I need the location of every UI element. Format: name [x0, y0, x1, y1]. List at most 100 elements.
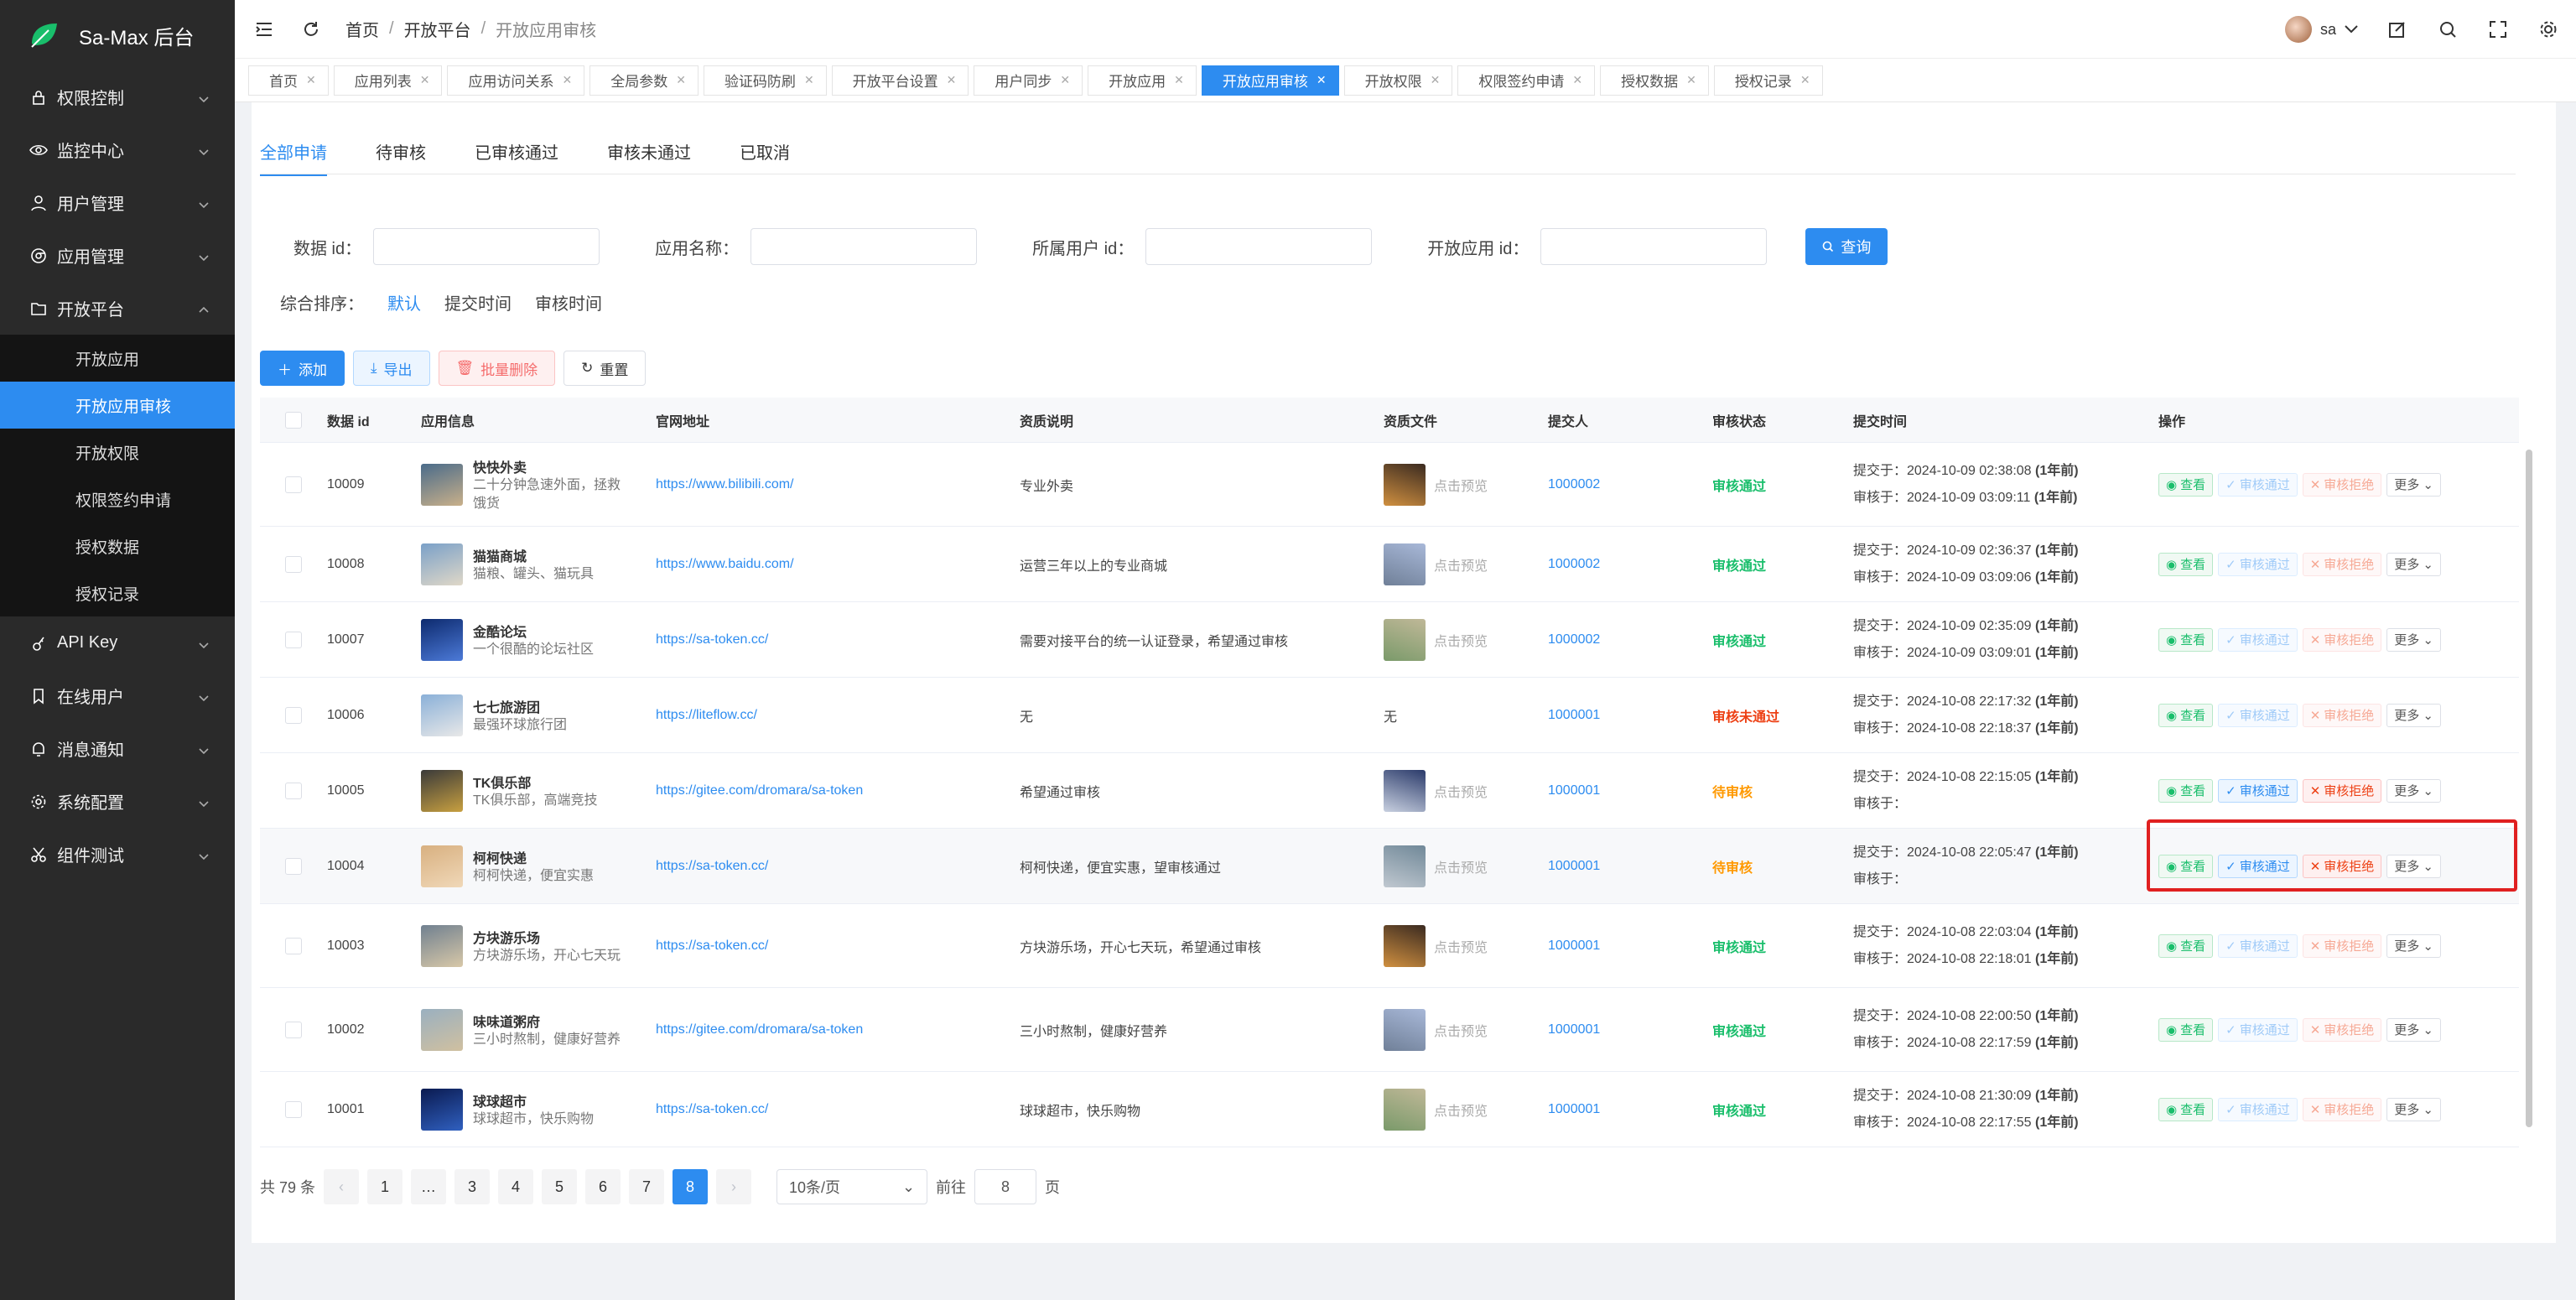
approve-button[interactable]: ✓ 审核通过	[2218, 627, 2298, 652]
page-tab[interactable]: 开放应用 ✕	[1088, 65, 1197, 96]
website-link[interactable]: https://sa-token.cc/	[656, 1102, 768, 1116]
reject-button[interactable]: ✕ 审核拒绝	[2302, 1097, 2382, 1121]
website-link[interactable]: https://sa-token.cc/	[656, 939, 768, 953]
checkbox[interactable]	[285, 937, 302, 954]
filter-app-input[interactable]	[1540, 228, 1768, 265]
website-link[interactable]: https://www.bilibili.com/	[656, 477, 794, 491]
more-button[interactable]: 更多 ⌄	[2386, 472, 2441, 497]
close-icon[interactable]: ✕	[804, 73, 814, 87]
submitter-link[interactable]: 1000002	[1548, 477, 1600, 491]
filter-id-input[interactable]	[373, 228, 600, 265]
file-preview[interactable]: 点击预览	[1384, 769, 1548, 812]
file-preview[interactable]: 点击预览	[1384, 1008, 1548, 1051]
website-link[interactable]: https://sa-token.cc/	[656, 859, 768, 873]
view-button[interactable]: ◉ 查看	[2158, 472, 2214, 497]
submitter-link[interactable]: 1000001	[1548, 708, 1600, 722]
preview-link[interactable]: 点击预览	[1434, 1020, 1488, 1040]
checkbox[interactable]	[285, 555, 302, 573]
page-tab[interactable]: 开放权限 ✕	[1343, 65, 1453, 96]
page-number[interactable]: 6	[585, 1169, 621, 1204]
reject-button[interactable]: ✕ 审核拒绝	[2302, 933, 2382, 958]
file-preview[interactable]: 点击预览	[1384, 924, 1548, 967]
page-tab[interactable]: 应用列表 ✕	[333, 65, 443, 96]
table-scrollbar[interactable]	[2526, 450, 2532, 1127]
page-number[interactable]: 3	[454, 1169, 491, 1204]
page-tab[interactable]: 授权记录 ✕	[1713, 65, 1823, 96]
close-icon[interactable]: ✕	[420, 73, 430, 87]
file-preview[interactable]: 点击预览	[1384, 845, 1548, 887]
batch-delete-button[interactable]: 🗑 批量删除	[438, 351, 556, 386]
file-preview[interactable]: 点击预览	[1384, 463, 1548, 506]
submitter-link[interactable]: 1000002	[1548, 632, 1600, 647]
reject-button[interactable]: ✕ 审核拒绝	[2302, 552, 2382, 576]
submenu-item[interactable]: 开放应用审核	[0, 382, 235, 429]
menu-toggle-icon[interactable]	[253, 18, 275, 40]
page-number[interactable]: 8	[673, 1169, 709, 1204]
status-tab[interactable]: 已审核通过	[475, 139, 558, 176]
user-menu[interactable]: sa	[2284, 16, 2358, 43]
view-button[interactable]: ◉ 查看	[2158, 933, 2214, 958]
sidebar-item-4[interactable]: 开放平台	[0, 282, 235, 335]
file-preview[interactable]: 点击预览	[1384, 543, 1548, 585]
edit-icon[interactable]	[2386, 18, 2408, 40]
more-button[interactable]: 更多 ⌄	[2386, 1017, 2441, 1042]
sidebar-item-1[interactable]: 监控中心	[0, 123, 235, 176]
sidebar-item-6[interactable]: 在线用户	[0, 669, 235, 722]
view-button[interactable]: ◉ 查看	[2158, 627, 2214, 652]
page-tab[interactable]: 授权数据 ✕	[1600, 65, 1709, 96]
gear-icon[interactable]	[2537, 18, 2559, 40]
approve-button[interactable]: ✓ 审核通过	[2218, 933, 2298, 958]
sidebar-item-2[interactable]: 用户管理	[0, 176, 235, 229]
goto-input[interactable]: 8	[974, 1169, 1037, 1204]
reject-button[interactable]: ✕ 审核拒绝	[2302, 703, 2382, 727]
close-icon[interactable]: ✕	[1572, 73, 1582, 87]
sidebar-item-8[interactable]: 系统配置	[0, 775, 235, 828]
close-icon[interactable]: ✕	[1317, 73, 1327, 87]
reject-button[interactable]: ✕ 审核拒绝	[2302, 627, 2382, 652]
logo[interactable]: Sa-Max 后台	[0, 0, 235, 70]
file-preview[interactable]: 点击预览	[1384, 618, 1548, 661]
more-button[interactable]: 更多 ⌄	[2386, 778, 2441, 803]
page-number[interactable]: 1	[367, 1169, 403, 1204]
checkbox[interactable]	[285, 1100, 302, 1118]
preview-link[interactable]: 点击预览	[1434, 630, 1488, 650]
website-link[interactable]: https://gitee.com/dromara/sa-token	[656, 1022, 863, 1037]
close-icon[interactable]: ✕	[1431, 73, 1441, 87]
status-tab[interactable]: 已取消	[740, 139, 790, 176]
sort-option[interactable]: 默认	[387, 290, 421, 315]
submenu-item[interactable]: 授权记录	[0, 569, 235, 616]
page-number[interactable]: 5	[542, 1169, 578, 1204]
submitter-link[interactable]: 1000002	[1548, 557, 1600, 571]
fullscreen-icon[interactable]	[2487, 18, 2509, 40]
website-link[interactable]: https://www.baidu.com/	[656, 557, 794, 571]
view-button[interactable]: ◉ 查看	[2158, 552, 2214, 576]
approve-button[interactable]: ✓ 审核通过	[2218, 1017, 2298, 1042]
submitter-link[interactable]: 1000001	[1548, 939, 1600, 953]
status-tab[interactable]: 全部申请	[260, 139, 327, 176]
checkbox[interactable]	[285, 411, 302, 429]
submenu-item[interactable]: 开放应用	[0, 335, 235, 382]
more-button[interactable]: 更多 ⌄	[2386, 933, 2441, 958]
preview-link[interactable]: 点击预览	[1434, 856, 1488, 876]
page-tab[interactable]: 全局参数 ✕	[589, 65, 699, 96]
preview-link[interactable]: 点击预览	[1434, 475, 1488, 495]
close-icon[interactable]: ✕	[306, 73, 316, 87]
page-tab[interactable]: 用户同步 ✕	[974, 65, 1083, 96]
sidebar-item-9[interactable]: 组件测试	[0, 828, 235, 881]
prev-page-button[interactable]: ‹	[324, 1169, 360, 1204]
view-button[interactable]: ◉ 查看	[2158, 703, 2214, 727]
page-tab[interactable]: 权限签约申请 ✕	[1457, 65, 1596, 96]
page-tab[interactable]: 首页 ✕	[248, 65, 329, 96]
page-size-select[interactable]: 10条/页 ⌄	[776, 1169, 928, 1204]
page-tab[interactable]: 应用访问关系 ✕	[447, 65, 585, 96]
page-number[interactable]: 7	[629, 1169, 665, 1204]
website-link[interactable]: https://sa-token.cc/	[656, 632, 768, 647]
sidebar-item-5[interactable]: API Key	[0, 616, 235, 669]
close-icon[interactable]: ✕	[947, 73, 957, 87]
page-number[interactable]: …	[411, 1169, 447, 1204]
breadcrumb-home[interactable]: 首页	[345, 17, 379, 41]
view-button[interactable]: ◉ 查看	[2158, 1017, 2214, 1042]
submenu-item[interactable]: 授权数据	[0, 523, 235, 569]
sidebar-item-0[interactable]: 权限控制	[0, 70, 235, 123]
preview-link[interactable]: 点击预览	[1434, 554, 1488, 575]
